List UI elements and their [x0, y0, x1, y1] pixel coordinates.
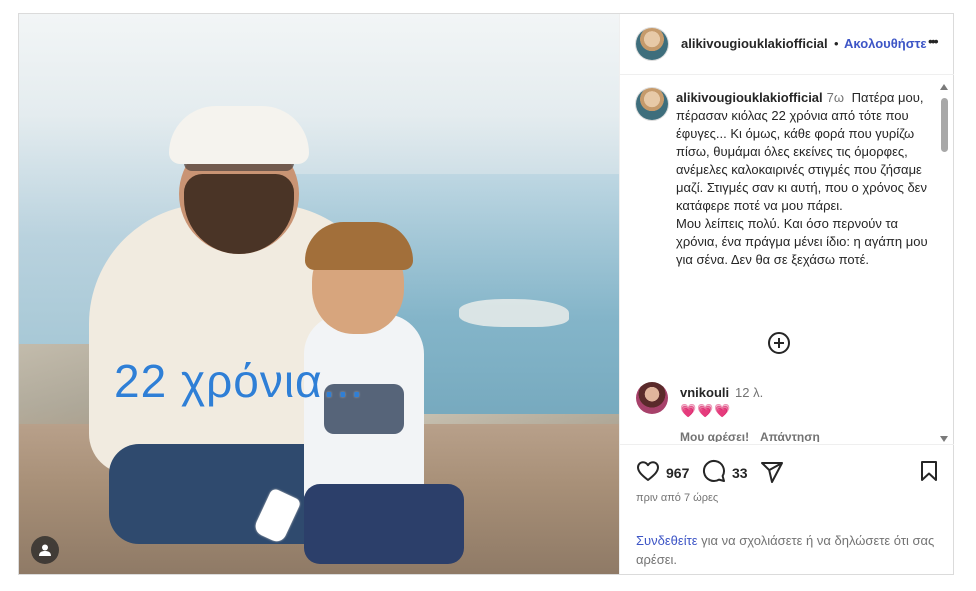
caption-username[interactable]: alikivougiouklakiofficial [676, 90, 823, 105]
author-username[interactable]: alikivougiouklakiofficial [681, 36, 828, 51]
login-prompt: Συνδεθείτε για να σχολιάσετε ή να δηλώσε… [636, 531, 936, 569]
post-actions: 967 33 πριν από 7 ώρες Συνδεθείτε για να… [620, 444, 954, 574]
paper-plane-icon [761, 462, 783, 483]
caption-paragraph: Μου λείπεις πολύ. Και όσο περνούν τα χρό… [676, 216, 928, 267]
scroll-up-arrow-icon[interactable] [940, 84, 948, 90]
comment-like-button[interactable]: Μου αρέσει! [680, 430, 749, 442]
post-header: alikivougiouklakiofficial • Ακολουθήστε … [620, 14, 954, 75]
person-icon [39, 544, 51, 556]
island-fortress [459, 299, 569, 327]
like-button[interactable] [636, 459, 660, 488]
save-button[interactable] [918, 460, 940, 487]
comment-bubble-icon [702, 459, 725, 482]
plus-circle-icon [774, 338, 784, 348]
user-tag-button[interactable] [31, 536, 59, 564]
instagram-post: 22 χρόνια... alikivougiouklakiofficial •… [18, 13, 954, 575]
scroll-thumb[interactable] [941, 98, 948, 152]
comment-text: 💗💗💗 [680, 403, 732, 418]
comment-reply-button[interactable]: Απάντηση [760, 430, 820, 442]
post-side-panel: alikivougiouklakiofficial • Ακολουθήστε … [619, 14, 954, 574]
comments-section[interactable]: alikivougiouklakiofficial 7ω Πατέρα μου, … [620, 76, 954, 442]
scroll-down-arrow-icon[interactable] [940, 436, 948, 442]
author-avatar[interactable] [636, 28, 668, 60]
like-count[interactable]: 967 [666, 465, 689, 481]
share-button[interactable] [760, 460, 784, 489]
login-link[interactable]: Συνδεθείτε [636, 533, 698, 548]
load-more-comments-button[interactable] [768, 332, 790, 354]
heart-icon [637, 461, 659, 481]
posted-time[interactable]: πριν από 7 ώρες [636, 492, 718, 504]
post-photo[interactable]: 22 χρόνια... [19, 14, 619, 574]
photo-overlay-text: 22 χρόνια... [114, 355, 364, 407]
comments-scrollbar[interactable] [940, 80, 952, 442]
comment-count[interactable]: 33 [732, 465, 748, 481]
header-separator: • [834, 36, 839, 51]
caption-author-avatar[interactable] [636, 88, 668, 120]
follow-button[interactable]: Ακολουθήστε [844, 36, 927, 51]
comment-time: 12 λ. [735, 385, 764, 400]
caption-time: 7ω [826, 90, 845, 105]
post-caption: alikivougiouklakiofficial 7ω Πατέρα μου, … [676, 89, 930, 269]
comment-button[interactable] [702, 459, 726, 488]
commenter-avatar[interactable] [636, 382, 668, 414]
bookmark-icon [921, 461, 937, 481]
caption-paragraph: Πατέρα μου, πέρασαν κιόλας 22 χρόνια από… [676, 90, 927, 213]
commenter-username[interactable]: vnikouli [680, 385, 729, 400]
more-options-icon[interactable]: ••• [928, 33, 939, 49]
